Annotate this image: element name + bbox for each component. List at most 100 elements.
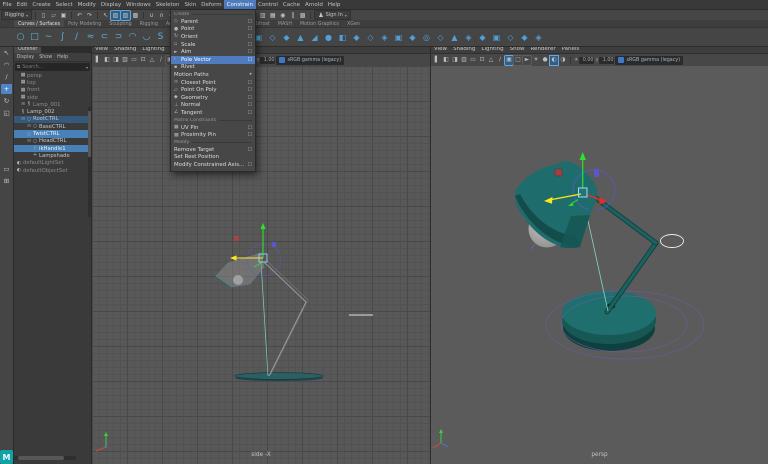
shadows-icon[interactable]: ● bbox=[541, 56, 549, 65]
menu-item-remove-target[interactable]: Remove Target ☐ bbox=[171, 146, 255, 154]
shelf-icon[interactable]: ◧ bbox=[336, 30, 349, 44]
menu-item-rivet[interactable]: ▪ Rivet bbox=[171, 64, 255, 72]
outliner-row-lampshade[interactable]: + Lampshade bbox=[14, 152, 91, 159]
curve-shelf-icon[interactable]: S bbox=[154, 30, 167, 44]
gate-mask-icon[interactable]: △ bbox=[148, 56, 156, 65]
outliner-row-front[interactable]: ▦ front bbox=[14, 87, 91, 94]
curve-shelf-icon[interactable]: □ bbox=[28, 30, 41, 44]
workspace-dropdown[interactable]: Rigging▾ bbox=[1, 10, 32, 20]
option-box-icon[interactable]: ☐ bbox=[248, 26, 252, 32]
rotate-tool-icon[interactable]: ↻ bbox=[1, 96, 12, 106]
outliner-row-top[interactable]: ▦ top bbox=[14, 79, 91, 86]
field-chart-icon[interactable]: ∕ bbox=[157, 56, 165, 65]
light-editor-icon[interactable]: ▩ bbox=[298, 11, 307, 20]
single-pane-layout-button[interactable]: ▭ bbox=[1, 164, 12, 174]
menu-item-closest-point[interactable]: ⊙ Closest Point ☐ bbox=[171, 79, 255, 87]
menu-windows[interactable]: Windows bbox=[124, 0, 154, 9]
shelf-icon[interactable]: ◈ bbox=[532, 30, 545, 44]
gamma-field[interactable]: 1.00 bbox=[260, 57, 275, 64]
menu-item-modify-constrained-axis[interactable]: Modify Constrained Axis... ☐ bbox=[171, 161, 255, 169]
gate-mask-icon[interactable]: △ bbox=[487, 56, 495, 65]
scale-tool-icon[interactable]: ◱ bbox=[1, 108, 12, 118]
menu-item-scale[interactable]: ▫ Scale ☐ bbox=[171, 41, 255, 49]
outliner-row-lamp-001[interactable]: ⊞ § Lamp_001 bbox=[14, 101, 91, 108]
menu-skeleton[interactable]: Skeleton bbox=[153, 0, 182, 9]
shelf-icon[interactable]: ▣ bbox=[490, 30, 503, 44]
colorspace-dropdown[interactable]: sRGB gamma (legacy) bbox=[276, 56, 344, 65]
snap-to-curve-icon[interactable]: ∩ bbox=[157, 11, 166, 20]
menu-item-pole-vector[interactable]: ≀ Pole Vector ☐ bbox=[171, 56, 255, 64]
outliner-row-defaultlightset[interactable]: ◐ defaultLightSet bbox=[14, 160, 91, 167]
menu-item-point[interactable]: ● Point ☐ bbox=[171, 26, 255, 34]
menu-edit[interactable]: Edit bbox=[14, 0, 30, 9]
shaded-mode-icon[interactable]: □ bbox=[514, 56, 522, 65]
outliner-row-rootctrl[interactable]: ⊟ ○ RootCTRL bbox=[14, 116, 91, 123]
menu-item-parent[interactable]: ◇ Parent ☐ bbox=[171, 18, 255, 26]
lasso-tool-icon[interactable]: ◠ bbox=[1, 60, 12, 70]
bookmark-icon[interactable]: ◨ bbox=[451, 56, 459, 65]
shelf-icon[interactable]: ● bbox=[322, 30, 335, 44]
open-scene-icon[interactable]: ▱ bbox=[49, 11, 58, 20]
outliner-row-basectrl[interactable]: ⊟ ○ BaseCTRL bbox=[14, 123, 91, 130]
lamp-shade[interactable] bbox=[515, 161, 599, 248]
blue-plane-handle[interactable] bbox=[272, 242, 276, 247]
option-box-icon[interactable]: ☐ bbox=[248, 49, 252, 55]
menu-item-aim[interactable]: ► Aim ☐ bbox=[171, 48, 255, 56]
sign-in-dropdown[interactable]: ♟ Sign In ▾ bbox=[314, 10, 351, 20]
option-box-icon[interactable]: ☐ bbox=[248, 19, 252, 25]
menu-item-normal[interactable]: ⊥ Normal ☐ bbox=[171, 102, 255, 110]
new-scene-icon[interactable]: ▯ bbox=[39, 11, 48, 20]
option-box-icon[interactable]: ☐ bbox=[248, 162, 252, 168]
render-settings-icon[interactable]: ▦ bbox=[268, 11, 277, 20]
image-plane-icon[interactable]: ▥ bbox=[460, 56, 468, 65]
wireframe-mode-icon[interactable]: ▣ bbox=[505, 56, 513, 65]
menu-deform[interactable]: Deform bbox=[199, 0, 224, 9]
menu-arnold[interactable]: Arnold bbox=[303, 0, 326, 9]
motion-blur-icon[interactable]: ◑ bbox=[559, 56, 567, 65]
outliner-menu[interactable]: Show bbox=[37, 55, 55, 60]
image-plane-icon[interactable]: ▥ bbox=[121, 56, 129, 65]
lights-icon[interactable]: ☀ bbox=[532, 56, 540, 65]
shelf-icon[interactable]: ◈ bbox=[378, 30, 391, 44]
menu-constrain[interactable]: Constrain bbox=[224, 0, 255, 9]
viewport-canvas-persp[interactable]: persp bbox=[431, 66, 768, 464]
shelf-icon[interactable]: ◆ bbox=[518, 30, 531, 44]
film-gate-icon[interactable]: ▭ bbox=[130, 56, 138, 65]
select-component-icon[interactable]: ▩ bbox=[131, 11, 140, 20]
menu-item-geometry[interactable]: ◆ Geometry ☐ bbox=[171, 94, 255, 102]
menu-item-motion-paths[interactable]: Motion Paths ▸ bbox=[171, 71, 255, 79]
outliner-menu[interactable]: Help bbox=[55, 55, 71, 60]
option-box-icon[interactable]: ☐ bbox=[248, 34, 252, 40]
option-box-icon[interactable]: ☐ bbox=[248, 132, 252, 138]
four-pane-layout-button[interactable]: ⊞ bbox=[1, 176, 12, 186]
menu-item-proximity-pin[interactable]: ▩ Proximity Pin ☐ bbox=[171, 131, 255, 139]
resolution-gate-icon[interactable]: ⊡ bbox=[139, 56, 147, 65]
undo-icon[interactable]: ↶ bbox=[75, 11, 84, 20]
menu-create[interactable]: Create bbox=[30, 0, 53, 9]
shelf-icon[interactable]: ▲ bbox=[448, 30, 461, 44]
outliner-menu[interactable]: Display bbox=[14, 55, 37, 60]
shelf-icon[interactable]: ◇ bbox=[266, 30, 279, 44]
selected-control-circle[interactable] bbox=[661, 235, 684, 248]
menu-item-uv-pin[interactable]: ▦ UV Pin ☐ bbox=[171, 124, 255, 132]
curve-shelf-icon[interactable]: ◡ bbox=[140, 30, 153, 44]
lamp-base[interactable] bbox=[235, 373, 323, 380]
viewport-canvas-side[interactable]: side -X bbox=[92, 66, 430, 464]
bookmark-icon[interactable]: ◨ bbox=[112, 56, 120, 65]
option-box-icon[interactable]: ☐ bbox=[248, 95, 252, 101]
select-hierarchy-icon[interactable]: ▧ bbox=[111, 11, 120, 20]
camera-settings-icon[interactable]: ◧ bbox=[103, 56, 111, 65]
gamma-field[interactable]: 1.00 bbox=[599, 57, 614, 64]
option-box-icon[interactable]: ☐ bbox=[248, 80, 252, 86]
outliner-tab[interactable]: Outliner bbox=[14, 46, 41, 53]
lamp-arm[interactable] bbox=[264, 260, 308, 376]
option-box-icon[interactable]: ☐ bbox=[248, 42, 252, 48]
menu-item-tangent[interactable]: ∠ Tangent ☐ bbox=[171, 109, 255, 117]
shelf-icon[interactable]: ◆ bbox=[406, 30, 419, 44]
pause-viewport-icon[interactable]: ‖ bbox=[288, 11, 297, 20]
menu-item-orient[interactable]: ↻ Orient ☐ bbox=[171, 33, 255, 41]
shelf-icon[interactable]: ◇ bbox=[364, 30, 377, 44]
redo-icon[interactable]: ↷ bbox=[85, 11, 94, 20]
outliner-row-ikhandle1[interactable]: ∕ ikHandle1 bbox=[14, 145, 91, 152]
shelf-icon[interactable]: ◆ bbox=[476, 30, 489, 44]
